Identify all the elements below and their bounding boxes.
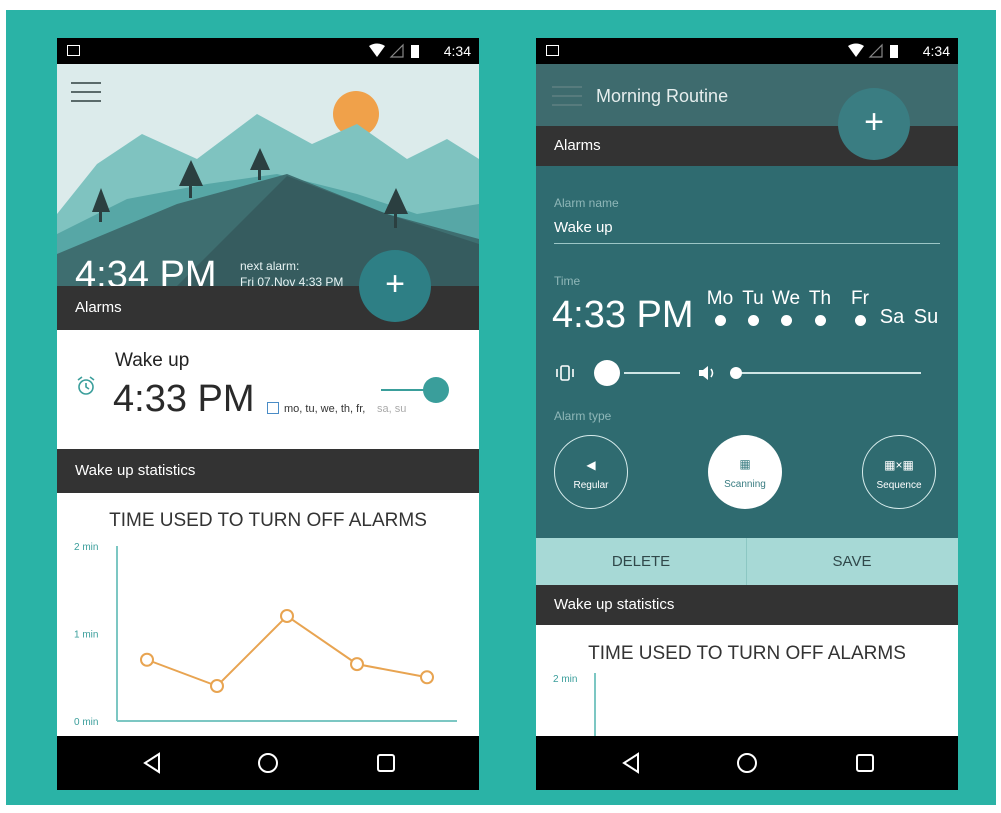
weekday-su[interactable]: Su [910,306,942,329]
stats-section-header: Wake up statistics [57,449,479,493]
qr-code-icon: ▦ [739,457,751,471]
stats-section-header: Wake up statistics [536,585,958,625]
mountain-illustration [57,64,479,286]
alarm-type-sequence[interactable]: ▦×▦ Sequence [862,435,936,509]
alarm-type-label: Scanning [724,479,766,490]
current-time: 4:34 PM [75,254,217,286]
data-point [280,609,294,623]
chart-plot: 2 min 1 min 0 min [74,542,457,728]
alarm-time: 4:33 PM [113,378,255,420]
weekday-label: Th [808,288,832,309]
save-button[interactable]: SAVE [747,538,957,585]
weekday-we[interactable]: We [770,288,802,326]
selected-dot [747,315,759,326]
vibrate-slider[interactable] [554,360,684,386]
next-alarm-label: next alarm: [240,259,300,273]
status-time: 4:34 [922,43,950,59]
qr-sequence-icon: ▦×▦ [884,458,914,472]
time-value[interactable]: 4:33 PM [552,294,694,337]
hero-header: 4:34 PM next alarm: Fri 07.Nov 4:33 PM [57,64,479,286]
stats-chart: TIME USED TO TURN OFF ALARMS 2 min [536,625,958,743]
weekday-selector: Mo Tu We Th Fr Sa Su [704,288,954,338]
alarm-item[interactable]: Wake up 4:33 PM mo, tu, we, th, fr, sa, … [57,330,479,449]
y-tick-label: 2 min [74,542,98,553]
weekday-label: Fr [851,288,869,309]
action-bar: DELETE SAVE [536,538,958,585]
weekday-mo[interactable]: Mo [704,288,736,326]
image-notification-icon [546,45,559,56]
delete-button[interactable]: DELETE [536,538,747,585]
alarm-name: Wake up [115,350,190,371]
alarm-type-scanning[interactable]: ▦ Scanning [708,435,782,509]
y-tick-label: 0 min [74,717,98,728]
speaker-icon: ◀ [586,458,596,472]
weekday-label: Mo [706,288,734,309]
add-alarm-button[interactable]: + [359,250,431,322]
alarm-toggle[interactable] [381,377,451,403]
chart-title: TIME USED TO TURN OFF ALARMS [588,643,906,664]
nav-bar [536,736,958,790]
weekday-label: We [771,288,801,309]
alarm-type-label: Alarm type [554,409,612,423]
home-icon[interactable] [732,748,762,778]
alarm-editor: Alarm name Wake up Time 4:33 PM Mo Tu We Th… [536,166,958,538]
data-point [420,670,434,685]
status-time: 4:34 [443,43,471,59]
selected-dot [854,315,866,326]
weekday-sa[interactable]: Sa [876,306,908,329]
weekday-tu[interactable]: Tu [737,288,769,326]
time-label: Time [554,274,581,288]
menu-icon[interactable] [552,86,582,106]
image-notification-icon [67,45,80,56]
alarm-type-regular[interactable]: ◀ Regular [554,435,628,509]
home-icon[interactable] [253,748,283,778]
add-alarm-button[interactable]: + [838,88,910,160]
selected-dot [814,315,826,326]
selected-dot [714,315,726,326]
y-tick-label: 1 min [74,630,98,641]
weekday-fr[interactable]: Fr [844,288,876,326]
alarm-days-inactive: sa, su [377,403,407,415]
recents-icon[interactable] [850,748,880,778]
next-alarm: next alarm: Fri 07.Nov 4:33 PM [240,258,343,286]
weekday-th[interactable]: Th [804,288,836,326]
alarm-type-label: Regular [573,480,609,491]
volume-icon [699,366,714,380]
selected-dot [780,315,792,326]
vibrate-icon [556,365,574,381]
data-point [140,652,154,667]
alarm-type-label: Sequence [876,480,922,491]
page-title: Morning Routine [596,86,729,106]
phone-alarm-list: 4:34 4:34 PM next alarm: Fri 07.Nov 4:33… [57,38,479,790]
y-axis [594,673,596,743]
data-point [210,679,224,693]
signal-battery-icon [848,43,898,58]
weekday-label: Sa [879,306,905,328]
data-point [350,657,364,672]
alarm-days-active: mo, tu, we, th, fr, [284,403,366,415]
alarm-name-label: Alarm name [554,196,619,210]
alarm-type-selector: ◀ Regular ▦ Scanning ▦×▦ Sequence [536,432,958,512]
next-alarm-value: Fri 07.Nov 4:33 PM [240,275,344,286]
recents-icon[interactable] [371,748,401,778]
menu-icon[interactable] [71,82,101,102]
weekday-label: Tu [742,288,764,309]
volume-slider[interactable] [696,360,926,386]
qr-code-icon [267,402,279,414]
chart-title: TIME USED TO TURN OFF ALARMS [109,510,427,531]
phone-alarm-editor: 4:34 Morning Routine Alarms + Alarm name… [536,38,958,790]
back-icon[interactable] [137,748,167,778]
status-bar: 4:34 [57,38,479,64]
y-tick-label: 2 min [553,674,578,685]
nav-bar [57,736,479,790]
weekday-label: Su [913,306,939,328]
alarm-clock-icon [77,376,95,395]
back-icon[interactable] [616,748,646,778]
alarm-name-field[interactable]: Wake up [554,219,940,244]
signal-battery-icon [369,43,419,58]
status-bar: 4:34 [536,38,958,64]
stats-chart: TIME USED TO TURN OFF ALARMS 2 min 1 min 0… [57,493,479,736]
series-line [146,614,428,688]
